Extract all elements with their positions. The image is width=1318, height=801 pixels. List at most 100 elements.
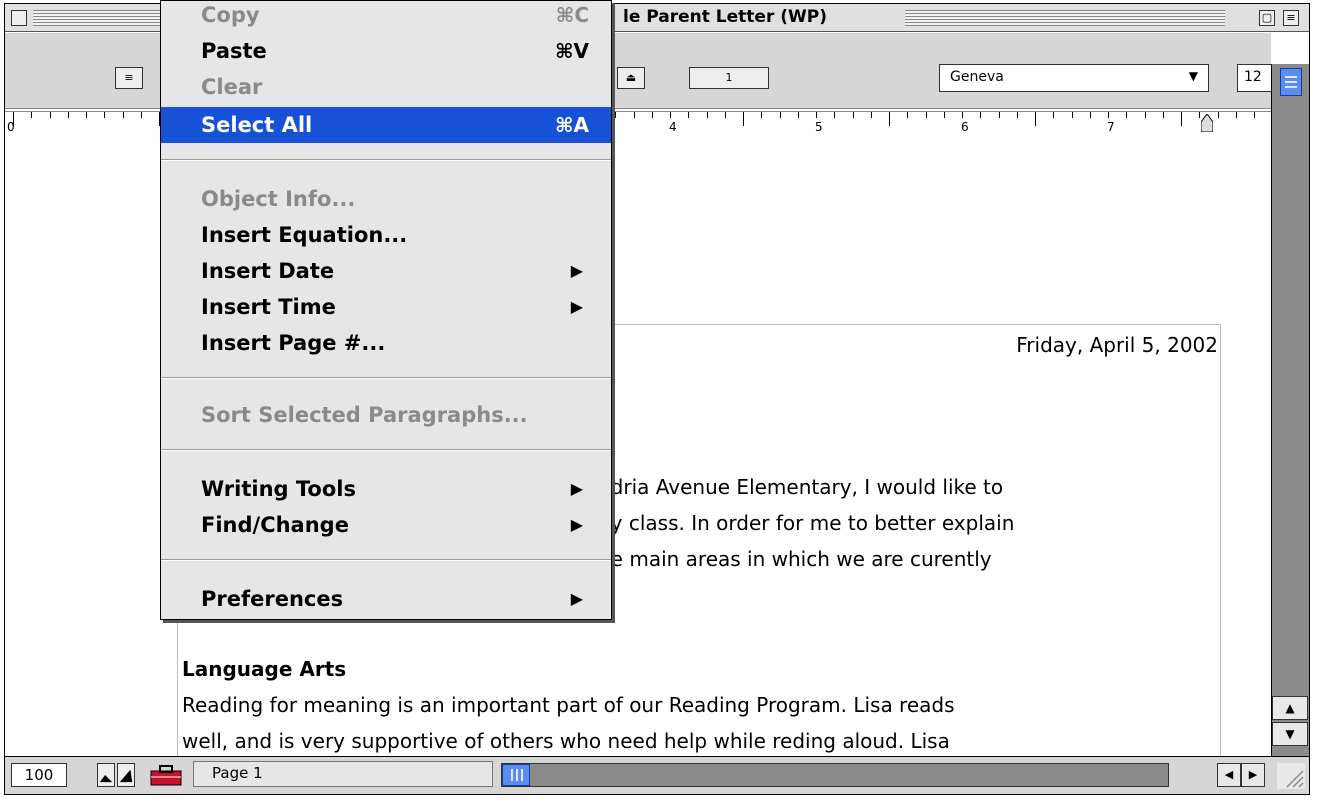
ruler-label: 4 bbox=[669, 120, 677, 134]
ruler-tick bbox=[743, 112, 744, 126]
submenu-arrow-icon: ▶ bbox=[570, 589, 583, 608]
ruler-tick bbox=[1163, 112, 1164, 118]
ruler-tick bbox=[123, 112, 124, 118]
zoom-box-icon[interactable]: ▢ bbox=[1259, 10, 1275, 26]
ruler-tick bbox=[1218, 112, 1219, 118]
ruler-tick bbox=[962, 112, 963, 118]
ruler-tick bbox=[926, 112, 927, 118]
ruler-tick bbox=[1236, 112, 1237, 118]
zoom-in-icon[interactable] bbox=[117, 763, 135, 787]
paragraph-line: ndria Avenue Elementary, I would like to bbox=[598, 475, 1004, 499]
eject-button[interactable]: ⏏ bbox=[617, 67, 645, 89]
ruler-tick bbox=[86, 112, 87, 118]
ruler-tick bbox=[652, 112, 653, 118]
menu-item-label: Insert Equation... bbox=[201, 223, 408, 247]
menu-item-find-change[interactable]: Find/Change ▶ bbox=[161, 507, 611, 543]
ruler-tick bbox=[1126, 112, 1127, 118]
ruler-tick bbox=[761, 112, 762, 118]
scroll-right-arrow-icon[interactable]: ▶ bbox=[1241, 763, 1265, 787]
ruler-tick bbox=[670, 112, 671, 118]
ruler-tick bbox=[1053, 112, 1054, 118]
menu-item-shortcut: ⌘V bbox=[554, 39, 589, 63]
scroll-up-arrow-icon[interactable]: ▲ bbox=[1272, 696, 1308, 720]
edit-menu: Copy ⌘C Paste ⌘V Clear Select All ⌘A Obj… bbox=[160, 0, 612, 620]
menu-item-label: Insert Time bbox=[201, 295, 336, 319]
menu-item-select-all[interactable]: Select All ⌘A bbox=[161, 107, 611, 143]
ruler-tick bbox=[853, 112, 854, 118]
menu-separator bbox=[161, 159, 611, 161]
horizontal-scrollbar[interactable] bbox=[501, 763, 1169, 787]
menu-item-copy[interactable]: Copy ⌘C bbox=[161, 0, 611, 33]
submenu-arrow-icon: ▶ bbox=[570, 515, 583, 534]
menu-item-insert-equation[interactable]: Insert Equation... bbox=[161, 217, 611, 253]
section-heading: Language Arts bbox=[182, 657, 347, 681]
vertical-scrollbar[interactable]: ▲ ▼ bbox=[1271, 64, 1309, 770]
menu-item-label: Sort Selected Paragraphs... bbox=[201, 403, 528, 427]
align-left-button[interactable]: ≡ bbox=[115, 67, 143, 89]
letter-date: Friday, April 5, 2002 bbox=[1016, 333, 1218, 357]
ruler-tick bbox=[780, 112, 781, 118]
menu-item-insert-time[interactable]: Insert Time ▶ bbox=[161, 289, 611, 325]
ruler-tick bbox=[1199, 112, 1200, 118]
menu-item-label: Clear bbox=[201, 75, 263, 99]
paragraph-line: he main areas in which we are curently bbox=[598, 547, 992, 571]
menu-item-shortcut: ⌘A bbox=[554, 113, 589, 137]
ruler-tick bbox=[834, 112, 835, 118]
menu-item-writing-tools[interactable]: Writing Tools ▶ bbox=[161, 471, 611, 507]
menu-item-sort-paragraphs[interactable]: Sort Selected Paragraphs... bbox=[161, 397, 611, 433]
ruler-tick bbox=[634, 112, 635, 118]
menu-item-paste[interactable]: Paste ⌘V bbox=[161, 33, 611, 69]
paragraph-line: well, and is very supportive of others w… bbox=[182, 729, 950, 753]
zoom-out-icon[interactable] bbox=[97, 763, 115, 787]
scroll-down-arrow-icon[interactable]: ▼ bbox=[1272, 722, 1308, 746]
menu-item-label: Object Info... bbox=[201, 187, 356, 211]
right-margin-marker-icon[interactable] bbox=[1201, 114, 1213, 132]
menu-item-object-info[interactable]: Object Info... bbox=[161, 181, 611, 217]
ruler-tick bbox=[1145, 112, 1146, 118]
resize-grip-icon[interactable] bbox=[1277, 763, 1305, 789]
collapse-box-icon[interactable]: ≡ bbox=[1283, 10, 1299, 26]
ruler-tick bbox=[980, 112, 981, 118]
ruler-tick bbox=[707, 112, 708, 118]
menu-item-label: Paste bbox=[201, 39, 267, 63]
ruler-tick bbox=[688, 112, 689, 118]
font-size-value: 12 bbox=[1244, 69, 1262, 85]
close-box-icon[interactable] bbox=[11, 10, 27, 26]
ruler-tick bbox=[999, 112, 1000, 118]
ruler-tick bbox=[1181, 112, 1182, 126]
paragraph-line: ny class. In order for me to better expl… bbox=[598, 511, 1015, 535]
menu-item-preferences[interactable]: Preferences ▶ bbox=[161, 581, 611, 617]
window-title: le Parent Letter (WP) bbox=[617, 7, 834, 27]
ruler-tick bbox=[1017, 112, 1018, 118]
ruler-tick bbox=[798, 112, 799, 118]
menu-separator bbox=[161, 377, 611, 379]
paragraph-line: Reading for meaning is an important part… bbox=[182, 693, 955, 717]
zoom-value: 100 bbox=[24, 766, 54, 784]
menu-item-clear[interactable]: Clear bbox=[161, 69, 611, 105]
menu-item-insert-date[interactable]: Insert Date ▶ bbox=[161, 253, 611, 289]
vertical-scroll-thumb[interactable] bbox=[1280, 68, 1302, 96]
page-display-label: 1 bbox=[725, 71, 733, 84]
toolbox-icon[interactable] bbox=[149, 763, 183, 787]
menu-item-insert-page-number[interactable]: Insert Page #... bbox=[161, 325, 611, 361]
menu-item-label: Select All bbox=[201, 113, 313, 137]
ruler-tick bbox=[1090, 112, 1091, 118]
page-indicator[interactable]: Page 1 bbox=[193, 761, 493, 787]
menu-item-label: Copy bbox=[201, 3, 260, 27]
ruler-tick bbox=[1108, 112, 1109, 118]
menu-separator bbox=[161, 559, 611, 561]
ruler-label: 6 bbox=[961, 120, 969, 134]
font-select[interactable]: Geneva ▼ bbox=[939, 64, 1209, 92]
horizontal-scroll-thumb[interactable] bbox=[502, 764, 530, 786]
ruler-label: 7 bbox=[1107, 120, 1115, 134]
status-bar: 100 Page 1 ◀ ▶ bbox=[5, 756, 1309, 794]
ruler-tick bbox=[141, 112, 142, 118]
scroll-left-arrow-icon[interactable]: ◀ bbox=[1217, 763, 1241, 787]
menu-item-label: Insert Date bbox=[201, 259, 335, 283]
ruler-label: 5 bbox=[815, 120, 823, 134]
page-display-control[interactable]: 1 bbox=[689, 67, 769, 89]
menu-separator bbox=[161, 449, 611, 451]
menu-item-label: Insert Page #... bbox=[201, 331, 386, 355]
ruler-tick bbox=[871, 112, 872, 118]
zoom-field[interactable]: 100 bbox=[11, 763, 67, 787]
